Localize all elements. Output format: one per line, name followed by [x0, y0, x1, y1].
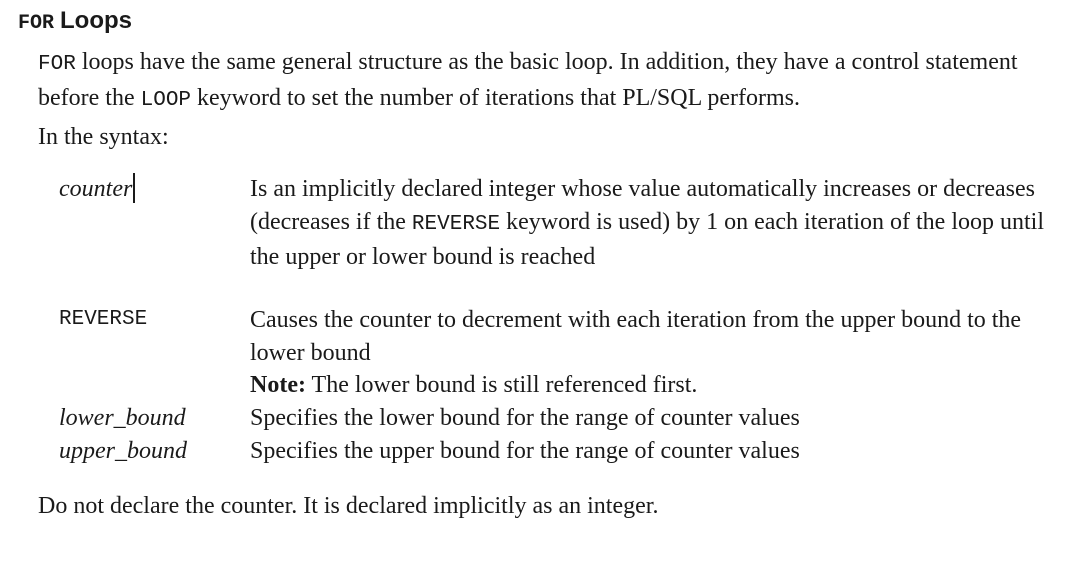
closing-paragraph: Do not declare the counter. It is declar…	[38, 493, 659, 519]
term-counter-text: counter	[59, 176, 133, 202]
desc-reverse-text: Causes the counter to decrement with eac…	[250, 307, 1022, 366]
intro-paragraph: FOR loops have the same general structur…	[38, 46, 1063, 117]
heading-title: Loops	[60, 7, 133, 34]
desc-counter-reverse-keyword: REVERSE	[411, 212, 501, 236]
desc-reverse-note: Note: The lower bound is still reference…	[250, 369, 1050, 402]
intro-text-2: keyword to set the number of iterations …	[191, 84, 801, 111]
term-reverse: REVERSE	[59, 308, 148, 331]
intro-loop-keyword: LOOP	[140, 88, 192, 112]
section-heading: FOR Loops	[18, 6, 132, 39]
note-label: Note:	[250, 372, 306, 398]
term-counter: counter	[59, 173, 135, 206]
desc-counter: Is an implicitly declared integer whose …	[250, 173, 1050, 274]
desc-reverse: Causes the counter to decrement with eac…	[250, 304, 1050, 402]
desc-lower-bound: Specifies the lower bound for the range …	[250, 405, 800, 431]
syntax-label: In the syntax:	[38, 124, 169, 150]
note-text: The lower bound is still referenced firs…	[305, 372, 698, 398]
term-upper-bound: upper_bound	[59, 438, 187, 464]
heading-keyword: FOR	[18, 12, 55, 35]
text-cursor	[133, 173, 135, 203]
desc-upper-bound: Specifies the upper bound for the range …	[250, 438, 800, 464]
term-lower-bound: lower_bound	[59, 405, 186, 431]
intro-for-keyword: FOR	[38, 53, 76, 76]
